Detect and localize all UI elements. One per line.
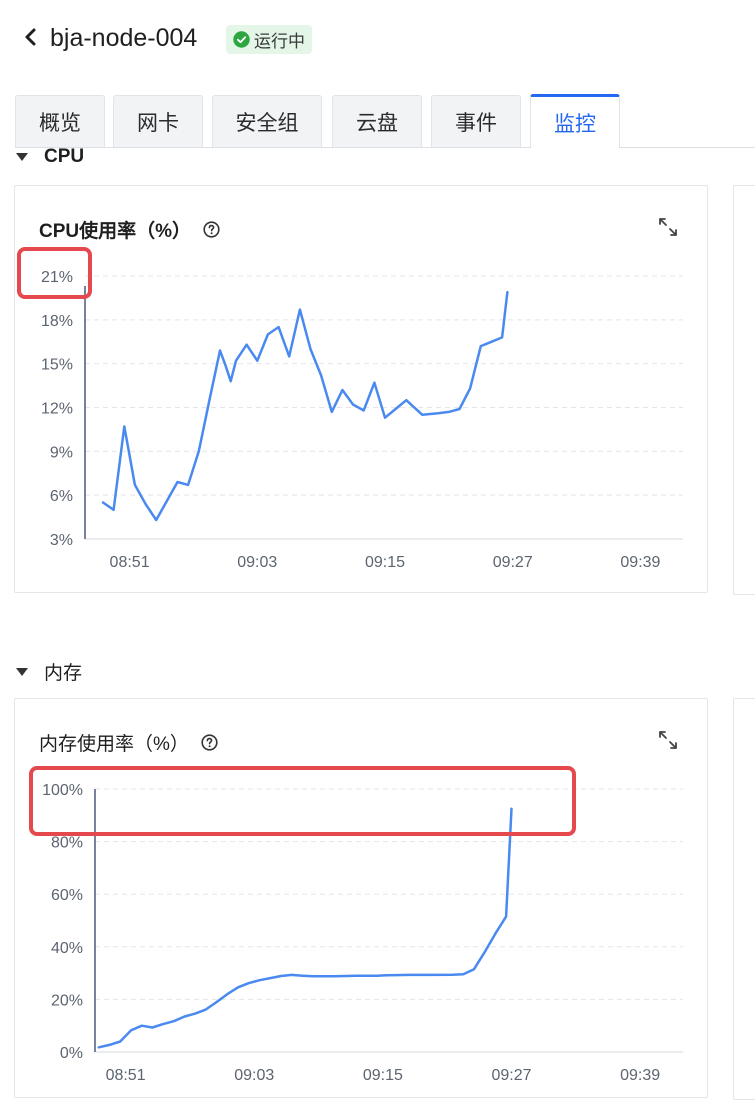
highlight-box-cpu-max bbox=[17, 247, 92, 299]
x-tick-label: 08:51 bbox=[110, 554, 150, 571]
tab-nic[interactable]: 网卡 bbox=[113, 95, 203, 147]
next-chart-card-edge bbox=[733, 698, 755, 1100]
series-line bbox=[101, 290, 509, 522]
tab-overview[interactable]: 概览 bbox=[15, 95, 105, 147]
y-tick-label: 12% bbox=[41, 401, 73, 418]
y-tick-label: 80% bbox=[51, 835, 83, 852]
y-tick-label: 3% bbox=[50, 532, 73, 549]
memory-chart-card: 内存使用率（%） 0% 20% 40% 60% 80% 100% 08:51 09:03 09:… bbox=[14, 698, 708, 1098]
check-circle-icon bbox=[233, 31, 250, 48]
x-tick-label: 09:03 bbox=[237, 554, 277, 571]
cpu-line-chart: 3%6%9%12%15%18%21%08:51 09:03 09:15 09:27 09… bbox=[41, 269, 683, 571]
caret-down-icon bbox=[16, 153, 28, 161]
y-tick-label: 15% bbox=[41, 357, 73, 374]
highlight-box-memory-max bbox=[29, 766, 576, 836]
x-tick-label: 09:15 bbox=[365, 554, 405, 571]
y-tick-label: 60% bbox=[51, 887, 83, 904]
tab-disk[interactable]: 云盘 bbox=[332, 95, 422, 147]
tab-security-group[interactable]: 安全组 bbox=[212, 95, 322, 147]
memory-line-chart: 0%20%40%60%80%100%08:51 09:03 09:15 09:27 09… bbox=[42, 782, 683, 1084]
chevron-left-icon[interactable] bbox=[20, 22, 44, 52]
series-line bbox=[97, 807, 513, 1049]
y-tick-label: 9% bbox=[50, 444, 73, 461]
section-toggle-cpu[interactable]: CPU bbox=[16, 146, 84, 168]
page-header: bja-node-004 运行中 bbox=[0, 0, 755, 80]
section-title-memory: 内存 bbox=[44, 663, 83, 684]
y-tick-label: 6% bbox=[50, 488, 73, 505]
status-label: 运行中 bbox=[254, 32, 305, 51]
next-chart-card-edge bbox=[733, 185, 755, 595]
y-tick-label: 40% bbox=[51, 940, 83, 957]
tab-baseline bbox=[15, 147, 755, 148]
caret-down-icon bbox=[16, 667, 28, 676]
page-title: bja-node-004 bbox=[50, 24, 198, 52]
cpu-chart-card: CPU使用率（%） 3% 6% 9% 12% 15% 18% 21% 08:51 09:03 09… bbox=[14, 185, 708, 593]
tab-events[interactable]: 事件 bbox=[431, 95, 521, 147]
tab-bar: 概览 网卡 安全组 云盘 事件 监控 bbox=[15, 94, 755, 148]
x-tick-label: 09:27 bbox=[493, 554, 533, 571]
y-tick-label: 18% bbox=[41, 313, 73, 330]
section-toggle-memory[interactable]: 内存 bbox=[16, 658, 82, 685]
tab-monitoring[interactable]: 监控 bbox=[530, 94, 620, 148]
x-tick-label: 09:39 bbox=[620, 554, 660, 571]
section-title-cpu: CPU bbox=[44, 146, 85, 167]
status-badge: 运行中 bbox=[226, 25, 312, 54]
y-tick-label: 0% bbox=[60, 1045, 83, 1062]
y-tick-label: 20% bbox=[51, 992, 83, 1009]
